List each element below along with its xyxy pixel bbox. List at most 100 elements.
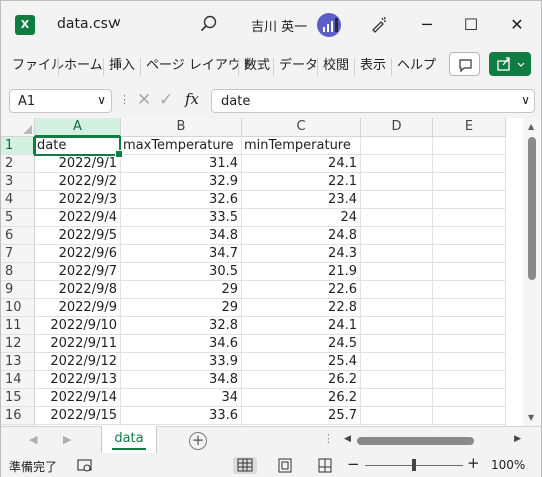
cell[interactable]: 31.4 [121,155,242,173]
zoom-out-button[interactable]: − [347,455,360,473]
previous-sheet-icon[interactable]: ◀ [29,433,37,446]
cell[interactable]: 34.8 [121,227,242,245]
cell[interactable]: 2022/9/5 [35,227,121,245]
cell[interactable]: minTemperature [242,137,361,155]
cell[interactable] [361,407,433,425]
cell[interactable]: 32.9 [121,173,242,191]
cell[interactable] [361,263,433,281]
insert-function-icon[interactable]: fx [185,90,199,108]
cell[interactable] [433,353,506,371]
scroll-right-icon[interactable]: ▶ [514,434,521,444]
cell[interactable]: 23.4 [242,191,361,209]
chevron-down-icon[interactable]: ∨ [97,93,106,107]
cell[interactable]: 2022/9/10 [35,317,121,335]
cell[interactable] [433,227,506,245]
cell[interactable] [361,371,433,389]
cell[interactable]: 29 [121,299,242,317]
horizontal-scrollbar[interactable]: ◀ ▶ [341,434,523,448]
zoom-level[interactable]: 100% [491,458,525,472]
row-header[interactable]: 2 [1,155,35,173]
name-box[interactable]: A1 ∨ [9,89,112,113]
cell[interactable] [433,209,506,227]
cell[interactable] [433,335,506,353]
cell[interactable]: 34.8 [121,371,242,389]
cell[interactable] [433,155,506,173]
cell[interactable]: 29 [121,281,242,299]
document-title[interactable]: data.csv [57,16,116,32]
column-header-d[interactable]: D [361,118,433,137]
cell[interactable] [361,155,433,173]
tab-formulas[interactable]: 数式 [244,57,270,77]
cell[interactable]: 22.8 [242,299,361,317]
maximize-button[interactable]: ☐ [457,11,485,39]
accessibility-icon[interactable] [77,459,93,473]
row-header[interactable]: 9 [1,281,35,299]
cell[interactable] [361,191,433,209]
cell[interactable]: 24.5 [242,335,361,353]
cell[interactable] [361,353,433,371]
tab-help[interactable]: ヘルプ [397,57,436,77]
page-layout-view-icon[interactable] [273,457,297,474]
scroll-down-icon[interactable]: ▼ [528,413,534,422]
cell[interactable]: 22.6 [242,281,361,299]
scroll-left-icon[interactable]: ◀ [344,434,351,444]
cell[interactable] [361,389,433,407]
cell[interactable] [361,245,433,263]
minimize-button[interactable]: ─ [413,11,441,39]
cell[interactable]: 25.7 [242,407,361,425]
page-break-preview-icon[interactable] [313,457,337,474]
row-header[interactable]: 5 [1,209,35,227]
cell[interactable]: 34.6 [121,335,242,353]
cell[interactable] [433,407,506,425]
row-header[interactable]: 3 [1,173,35,191]
cell[interactable]: 33.6 [121,407,242,425]
cell[interactable]: 21.9 [242,263,361,281]
row-header[interactable]: 11 [1,317,35,335]
cell[interactable] [433,281,506,299]
zoom-slider-thumb[interactable] [412,459,416,471]
share-button[interactable] [489,52,531,76]
row-header[interactable]: 7 [1,245,35,263]
cell[interactable]: 24.1 [242,317,361,335]
cell[interactable]: 34.7 [121,245,242,263]
cell[interactable]: maxTemperature [121,137,242,155]
column-header-e[interactable]: E [433,118,506,137]
vertical-scroll-thumb[interactable] [528,137,536,280]
tab-data[interactable]: データ [279,57,318,77]
row-header[interactable]: 4 [1,191,35,209]
tab-insert[interactable]: 挿入 [109,57,135,77]
cancel-icon[interactable]: ✕ [137,90,151,110]
cell[interactable]: 25.4 [242,353,361,371]
cell[interactable]: 24.3 [242,245,361,263]
cell[interactable]: 26.2 [242,389,361,407]
cell[interactable]: 33.5 [121,209,242,227]
cell[interactable] [361,335,433,353]
cell[interactable]: 2022/9/11 [35,335,121,353]
column-header-c[interactable]: C [242,118,361,137]
more-options-icon[interactable]: ⋮ [323,432,334,445]
cell[interactable]: 2022/9/2 [35,173,121,191]
cell[interactable]: 24.8 [242,227,361,245]
row-header[interactable]: 8 [1,263,35,281]
cell[interactable] [433,299,506,317]
close-button[interactable]: ✕ [503,11,531,39]
spreadsheet-grid[interactable]: A B C D E 1 date maxTemperature minTemperature 2 2… [1,118,541,426]
row-header[interactable]: 12 [1,335,35,353]
cell[interactable] [433,317,506,335]
designer-pen-icon[interactable] [369,14,389,34]
cell[interactable] [361,227,433,245]
vertical-scrollbar[interactable]: ▲ ▼ [523,118,541,426]
row-header[interactable]: 1 [1,137,35,155]
cell[interactable]: 24.1 [242,155,361,173]
cell[interactable] [433,173,506,191]
horizontal-scroll-thumb[interactable] [357,437,474,445]
column-header-a[interactable]: A [35,118,121,137]
cell[interactable]: 2022/9/8 [35,281,121,299]
row-header[interactable]: 10 [1,299,35,317]
cell[interactable] [361,173,433,191]
sheet-tab-data[interactable]: data [101,426,157,453]
cell[interactable]: 2022/9/9 [35,299,121,317]
row-header[interactable]: 15 [1,389,35,407]
cell[interactable]: 2022/9/4 [35,209,121,227]
cell[interactable] [361,137,433,155]
